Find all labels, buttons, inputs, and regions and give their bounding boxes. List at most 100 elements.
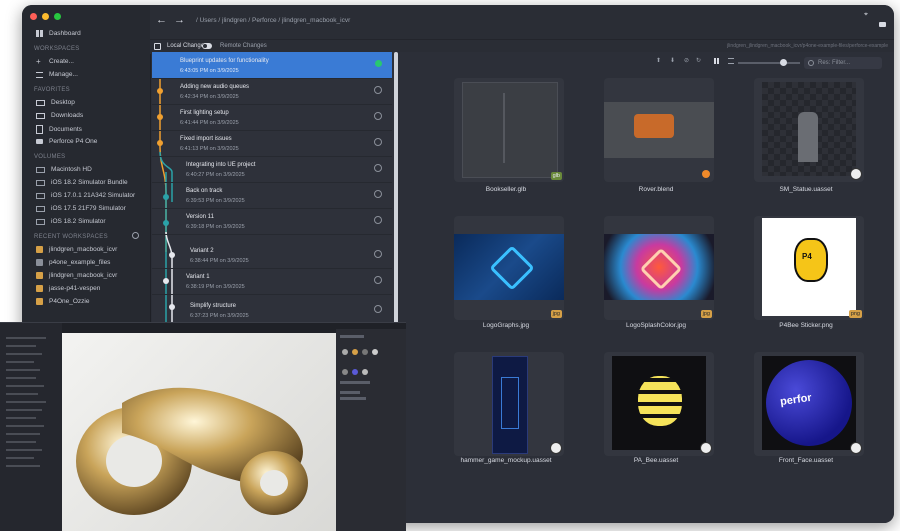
download-icon bbox=[36, 112, 45, 119]
history-row[interactable]: Integrating into UE project 6:40:27 PM o… bbox=[152, 156, 392, 183]
arrow-down-icon[interactable]: ⬇ bbox=[670, 57, 675, 64]
history-clock-icon[interactable] bbox=[374, 86, 382, 94]
commit-date: 6:38:44 PM on 3/9/2025 bbox=[190, 258, 249, 264]
forward-button[interactable]: → bbox=[174, 14, 185, 26]
history-row[interactable]: Adding new audio queues 6:42:34 PM on 3/… bbox=[152, 78, 392, 105]
window-controls bbox=[30, 13, 61, 20]
lighting-swatches[interactable] bbox=[342, 369, 368, 375]
document-icon bbox=[36, 125, 43, 134]
grid-icon bbox=[36, 30, 43, 37]
list-view-icon[interactable] bbox=[728, 58, 734, 64]
history-clock-icon[interactable] bbox=[374, 250, 382, 258]
commit-date: 6:42:34 PM on 3/9/2025 bbox=[180, 94, 239, 100]
history-clock-icon[interactable] bbox=[374, 164, 382, 172]
history-row[interactable]: Fixed import issues 6:41:13 PM on 3/9/20… bbox=[152, 130, 392, 157]
sidebar-item-volume[interactable]: iOS 18.2 Simulator bbox=[36, 218, 106, 225]
asset-tile[interactable]: jpg bbox=[604, 216, 714, 320]
asset-tile[interactable] bbox=[454, 352, 564, 456]
recent-workspace-item[interactable]: p4one_example_files bbox=[36, 259, 110, 266]
history-scrollbar[interactable] bbox=[394, 52, 398, 326]
arrow-up-icon[interactable]: ⬆ bbox=[656, 57, 661, 64]
history-clock-icon[interactable] bbox=[374, 276, 382, 284]
sidebar-item-downloads[interactable]: Downloads bbox=[36, 112, 83, 119]
thumbnail-size-slider[interactable] bbox=[738, 59, 800, 66]
search-icon[interactable] bbox=[132, 232, 139, 239]
asset-tile[interactable] bbox=[604, 352, 714, 456]
sidebar-item-manage[interactable]: Manage... bbox=[36, 71, 78, 78]
asset-thumbnail: P4 bbox=[762, 218, 856, 316]
sidebar-item-label: p4one_example_files bbox=[49, 259, 111, 266]
asset-tile[interactable] bbox=[604, 78, 714, 182]
grid-toolbar: ⬆ ⬇ ⊘ ↻ Res: Filter... bbox=[400, 52, 894, 74]
sticker-text: P4 bbox=[802, 252, 812, 261]
hide-icon[interactable]: ⊘ bbox=[684, 57, 689, 64]
folder-icon[interactable] bbox=[879, 22, 886, 27]
material-swatches[interactable] bbox=[342, 349, 378, 355]
breadcrumb[interactable]: / Users / jlindgren / Perforce / jlindgr… bbox=[196, 17, 350, 24]
filter-placeholder: Res: Filter... bbox=[818, 60, 851, 66]
sidebar-item-label: Perforce P4 One bbox=[49, 138, 98, 145]
workspace-icon bbox=[36, 259, 43, 266]
3d-viewport[interactable] bbox=[62, 333, 336, 531]
commit-title: Fixed import issues bbox=[180, 136, 232, 142]
asset-name: Rover.blend bbox=[638, 186, 674, 193]
viewer-sidebar bbox=[0, 323, 62, 531]
sidebar-item-documents[interactable]: Documents bbox=[36, 125, 82, 134]
slider-knob[interactable] bbox=[780, 59, 787, 66]
history-row[interactable]: Version 11 6:39:18 PM on 3/9/2025 bbox=[152, 208, 392, 235]
commit-date: 6:39:18 PM on 3/9/2025 bbox=[186, 224, 245, 230]
history-list: Blueprint updates for functionality 6:43… bbox=[152, 52, 398, 326]
asset-thumbnail bbox=[454, 234, 564, 300]
sidebar-item-volume[interactable]: iOS 17.5 21F79 Simulator bbox=[36, 205, 126, 212]
sidebar-item-volume[interactable]: iOS 17.0.1 21A342 Simulator bbox=[36, 192, 135, 199]
commit-date: 6:41:13 PM on 3/9/2025 bbox=[180, 146, 239, 152]
remote-changes-label[interactable]: Remote Changes bbox=[220, 43, 267, 49]
search-icon bbox=[808, 60, 814, 66]
unreal-icon bbox=[700, 442, 712, 454]
pin-icon[interactable]: ⌖ bbox=[864, 11, 868, 19]
sidebar-item-label: Documents bbox=[49, 126, 82, 133]
refresh-icon[interactable]: ↻ bbox=[696, 57, 701, 64]
sidebar-item-volume[interactable]: Macintosh HD bbox=[36, 166, 92, 173]
recent-workspace-item[interactable]: jasse-p41-vespen bbox=[36, 285, 100, 292]
history-clock-icon[interactable] bbox=[374, 138, 382, 146]
history-clock-icon[interactable] bbox=[374, 216, 382, 224]
sidebar-item-create[interactable]: + Create... bbox=[36, 58, 74, 66]
history-clock-icon[interactable] bbox=[374, 112, 382, 120]
asset-name: Front_Face.uasset bbox=[778, 457, 834, 464]
sidebar-item-label: iOS 18.2 Simulator bbox=[51, 218, 106, 225]
recent-workspace-item[interactable]: P4One_Ozzie bbox=[36, 298, 89, 305]
commit-date: 6:38:19 PM on 3/9/2025 bbox=[186, 284, 245, 290]
back-button[interactable]: ← bbox=[156, 14, 167, 26]
asset-tile[interactable]: jpg bbox=[454, 216, 564, 320]
history-row[interactable]: First lighting setup 6:41:44 PM on 3/9/2… bbox=[152, 104, 392, 131]
sidebar-item-label: iOS 18.2 Simulator Bundle bbox=[51, 179, 128, 186]
recent-workspace-item[interactable]: jlindgren_macbook_icvr bbox=[36, 272, 117, 279]
changes-toggle[interactable] bbox=[202, 43, 212, 49]
asset-tile[interactable] bbox=[754, 78, 864, 182]
asset-tile[interactable]: P4 png bbox=[754, 216, 864, 320]
asset-tile[interactable]: perfor bbox=[754, 352, 864, 456]
history-row[interactable]: Simplify structure 6:37:23 PM on 3/9/202… bbox=[152, 297, 392, 323]
maximize-window-button[interactable] bbox=[54, 13, 61, 20]
history-row[interactable]: Back on track 6:39:53 PM on 3/9/2025 bbox=[152, 182, 392, 209]
sidebar-item-volume[interactable]: iOS 18.2 Simulator Bundle bbox=[36, 179, 128, 186]
asset-tile[interactable]: glb bbox=[454, 78, 564, 182]
sidebar-item-dashboard[interactable]: Dashboard bbox=[36, 30, 81, 37]
history-clock-icon[interactable] bbox=[374, 190, 382, 198]
history-row[interactable]: Variant 2 6:38:44 PM on 3/9/2025 bbox=[152, 242, 392, 269]
recent-workspace-item[interactable]: jlindgren_macbook_icvr bbox=[36, 246, 117, 253]
sidebar-item-desktop[interactable]: Desktop bbox=[36, 99, 75, 106]
volumes-header: VOLUMES bbox=[34, 154, 66, 160]
close-window-button[interactable] bbox=[30, 13, 37, 20]
sidebar-item-perforce-p4-one[interactable]: Perforce P4 One bbox=[36, 138, 97, 145]
minimize-window-button[interactable] bbox=[42, 13, 49, 20]
asset-name: PA_Bee.uasset bbox=[633, 457, 679, 464]
history-row[interactable]: Variant 1 6:38:19 PM on 3/9/2025 bbox=[152, 268, 392, 295]
file-type-badge: jpg bbox=[700, 310, 712, 318]
grid-view-icon[interactable] bbox=[714, 58, 720, 64]
filter-input[interactable]: Res: Filter... bbox=[804, 57, 882, 69]
history-clock-icon[interactable] bbox=[374, 305, 382, 313]
history-row[interactable]: Blueprint updates for functionality 6:43… bbox=[152, 52, 392, 79]
viewer-window bbox=[0, 322, 406, 531]
